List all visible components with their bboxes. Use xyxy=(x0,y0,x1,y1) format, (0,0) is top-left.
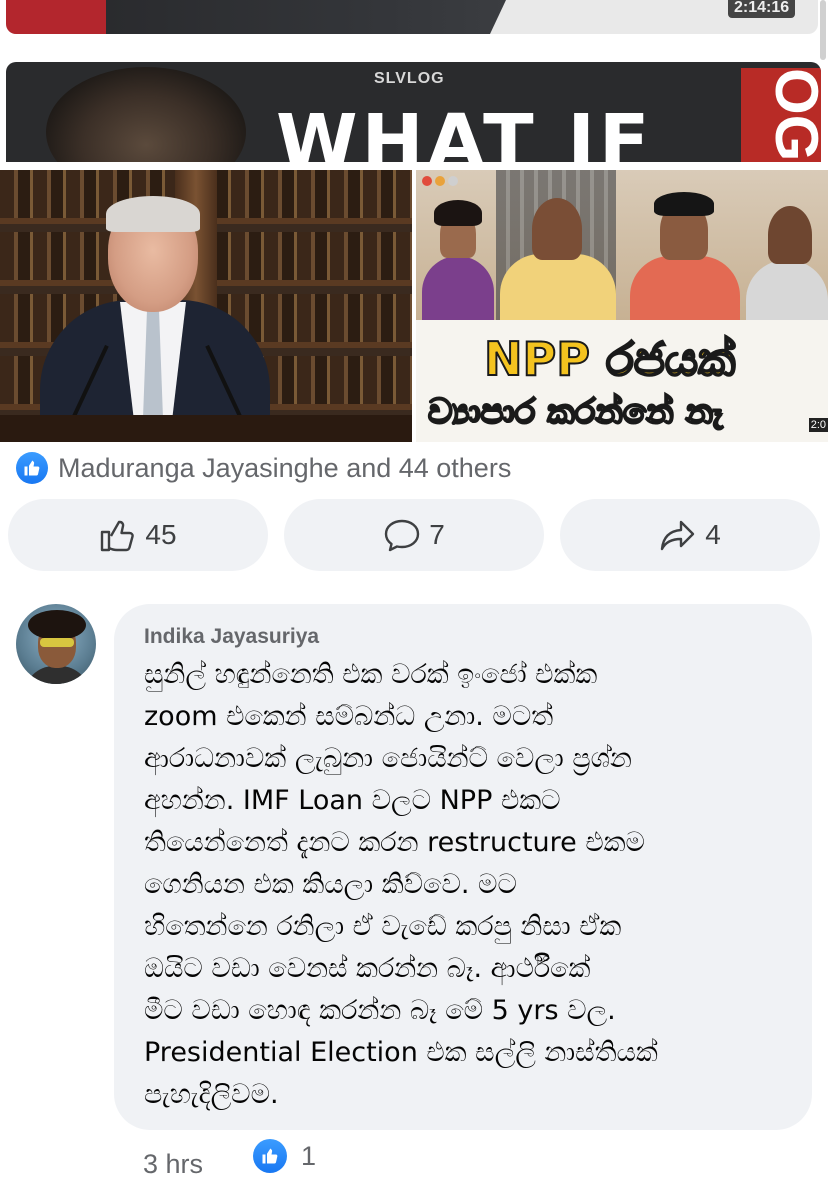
thumbs-up-icon xyxy=(101,520,135,552)
speaker-hair xyxy=(106,196,200,232)
banner-side-text: OG xyxy=(741,68,821,162)
thumbnail-headline-2: ව්‍යාපාර කරන්නේ නෑ xyxy=(427,391,724,433)
post-photo-podcast[interactable]: NPP රජයක් ව්‍යාපාර කරන්නේ නෑ 2:0 xyxy=(416,170,828,442)
comment-author[interactable]: Indika Jayasuriya xyxy=(144,624,782,650)
channel-logo: SLVLOG xyxy=(374,70,445,87)
post-photo-speaker[interactable] xyxy=(0,170,412,442)
avatar-hair xyxy=(28,610,86,640)
share-icon xyxy=(661,520,695,551)
post-actions: 45 7 4 xyxy=(8,499,820,571)
reactions-text: Maduranga Jayasinghe and 44 others xyxy=(58,452,512,483)
host-shirt xyxy=(422,256,494,326)
avatar[interactable] xyxy=(16,604,96,684)
reactions-summary[interactable]: Maduranga Jayasinghe and 44 others xyxy=(16,450,511,486)
like-count: 45 xyxy=(145,519,177,550)
comment-meta: 3 hrs 1 xyxy=(143,1138,316,1190)
comment-time[interactable]: 3 hrs xyxy=(143,1149,203,1180)
podium xyxy=(0,415,412,442)
comment-bubble: Indika Jayasuriya සුනිල් හඳුන්නෙති එක වර… xyxy=(114,604,812,1130)
host-face xyxy=(532,198,582,260)
host-hair xyxy=(434,200,482,226)
comment-like-icon[interactable] xyxy=(253,1139,288,1173)
progress-played xyxy=(6,0,106,34)
avatar-shirt xyxy=(24,666,90,684)
banner-portrait xyxy=(46,67,246,162)
video-progress-bar[interactable] xyxy=(6,0,818,34)
video-progress-strip: 2:14:16 xyxy=(0,0,828,60)
progress-buffer xyxy=(106,0,506,34)
comment-like-count: 1 xyxy=(301,1140,317,1171)
host-shirt xyxy=(500,254,616,324)
share-button[interactable]: 4 xyxy=(560,499,820,571)
video-timestamp: 2:14:16 xyxy=(728,0,796,18)
host-headphones xyxy=(654,192,714,216)
share-count: 4 xyxy=(705,519,721,550)
host-face xyxy=(768,206,812,264)
banner-headline: WHAT IF xyxy=(276,99,654,162)
scrollbar[interactable] xyxy=(820,0,826,60)
comment-button[interactable]: 7 xyxy=(284,499,544,571)
thumbnail-headline-1: NPP රජයක් xyxy=(483,331,736,387)
video-duration: 2:0 xyxy=(808,418,828,432)
comment-text: සුනිල් හඳුන්නෙති එක වරක් ඉංජෝ එක්ක zoom … xyxy=(144,659,658,1110)
comment-icon xyxy=(385,519,420,552)
thumbnail-caption: NPP රජයක් ව්‍යාපාර කරන්නේ නෑ xyxy=(416,320,828,442)
window-dots-icon xyxy=(422,176,458,186)
like-button[interactable]: 45 xyxy=(8,499,268,571)
host-shirt xyxy=(630,256,740,326)
avatar-glasses xyxy=(40,638,74,647)
banner-image[interactable]: SLVLOG WHAT IF OG xyxy=(6,62,821,162)
like-icon xyxy=(16,452,48,484)
comment-count: 7 xyxy=(429,519,445,550)
